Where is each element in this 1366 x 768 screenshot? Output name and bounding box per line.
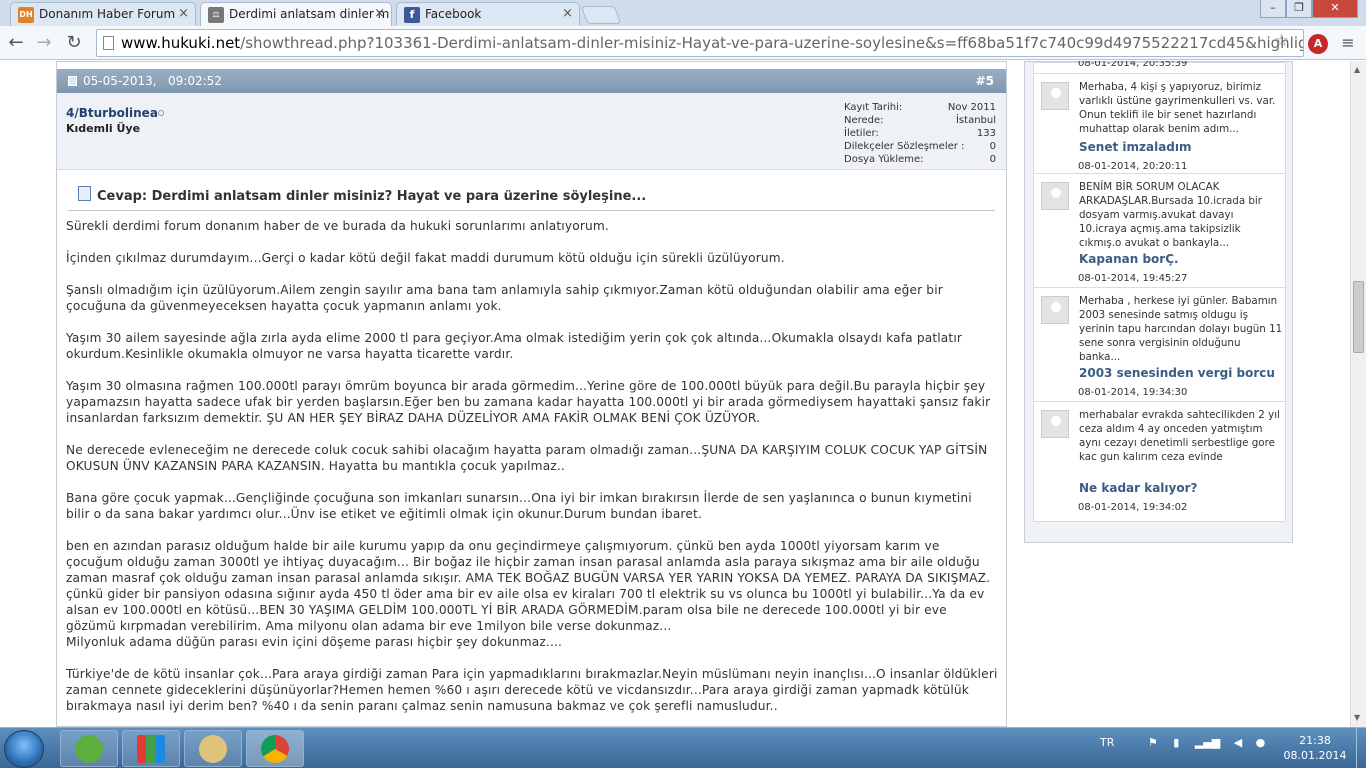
list-item: merhabalar evrakda sahtecilikden 2 yıl c… [1034, 401, 1285, 521]
thread-link[interactable]: Kapanan borÇ. [1079, 252, 1179, 266]
network-icon[interactable]: ▮ [1173, 736, 1179, 749]
stat-row: Kayıt Tarihi: Nov 2011 [844, 102, 996, 113]
thread-link[interactable]: 2003 senesinden vergi borcu [1079, 366, 1275, 380]
taskbar-paint[interactable] [184, 730, 242, 767]
stat-row: Dilekçeler Sözleşmeler :0 [844, 141, 996, 152]
windows-taskbar: TR ⚑ ▮ ▂▄▆ ◀ ● 21:38 08.01.2014 [0, 727, 1366, 768]
flag-icon[interactable]: ⚑ [1148, 736, 1158, 749]
chrome-menu-icon[interactable]: ≡ [1338, 33, 1358, 53]
page-scrollbar[interactable]: ▲ ▼ [1350, 61, 1366, 727]
online-status-icon [158, 110, 164, 116]
taskbar-chrome[interactable] [246, 730, 304, 767]
scale-icon: ⚖ [208, 7, 224, 23]
close-window-button[interactable]: ✕ [1312, 0, 1358, 18]
tab-donanim-haber[interactable]: DH Donanım Haber Forum × [10, 2, 196, 26]
tab-close-icon[interactable]: × [562, 3, 573, 25]
paint-palette-icon [199, 735, 227, 763]
list-item: Merhaba, 4 kişi ş yapıyoruz, birimiz var… [1034, 73, 1285, 188]
url-path: /showthread.php?103361-Derdimi-anlatsam-… [240, 34, 1304, 52]
dh-favicon-icon: DH [18, 7, 34, 23]
back-arrow-icon[interactable]: ← [4, 31, 28, 55]
facebook-favicon-icon: f [404, 7, 420, 23]
stat-row: İletiler: 133 [844, 128, 996, 139]
utorrent-icon [75, 735, 103, 763]
thread-snippet: Merhaba, 4 kişi ş yapıyoruz, birimiz var… [1079, 81, 1276, 135]
system-tray: TR ⚑ ▮ ▂▄▆ ◀ ● [1100, 736, 1265, 749]
document-icon [78, 186, 91, 201]
tab-label: Derdimi anlatsam dinler m [229, 7, 390, 21]
user-info-bar: 4/Bturbolinea Kıdemli Üye Kayıt Tarihi: N… [57, 93, 1006, 170]
page-icon [103, 36, 114, 50]
reload-icon[interactable]: ↻ [62, 31, 86, 55]
thread-snippet: merhabalar evrakda sahtecilikden 2 yıl c… [1079, 409, 1280, 463]
scrollbar-thumb[interactable] [1353, 281, 1364, 353]
language-indicator[interactable]: TR [1100, 736, 1114, 749]
stat-row: Nerede: İstanbul [844, 115, 996, 126]
post-body: Sürekli derdimi forum donanım haber de v… [66, 219, 998, 713]
forum-post: 05-05-2013, 09:02:52 #5 4/Bturbolinea Kı… [56, 61, 1007, 727]
url-domain: www.hukuki.net [121, 34, 241, 52]
apps-grid-icon [137, 735, 165, 763]
thread-date: 08-01-2014, 20:20:11 [1078, 161, 1188, 172]
tab-close-icon[interactable]: × [178, 3, 189, 25]
thread-link[interactable]: Senet imzaladım [1079, 140, 1192, 154]
thread-snippet: Merhaba , herkese iyi günler. Babamın 20… [1079, 295, 1283, 363]
thread-snippet: BENİM BİR SORUM OLACAK ARKADAŞLAR.Bursad… [1079, 181, 1263, 249]
post-number-link[interactable]: #5 [976, 69, 994, 93]
thread-date: 08-01-2014, 19:34:02 [1078, 502, 1188, 513]
new-tab-button[interactable] [580, 6, 622, 24]
avatar [1041, 296, 1069, 324]
maximize-button[interactable]: ❐ [1286, 0, 1312, 18]
tab-close-icon[interactable]: × [374, 3, 385, 25]
thread-link[interactable]: Ne kadar kalıyor? [1079, 481, 1197, 495]
scroll-up-icon[interactable]: ▲ [1354, 65, 1360, 74]
page-viewport: 05-05-2013, 09:02:52 #5 4/Bturbolinea Kı… [0, 61, 1350, 727]
recent-threads-sidebar: 08-01-2014, 20:35:39 Merhaba, 4 kişi ş y… [1024, 61, 1293, 543]
post-title: Cevap: Derdimi anlatsam dinler misiniz? … [97, 189, 647, 204]
thread-date: 08-01-2014, 20:35:39 [1078, 61, 1188, 69]
bookmark-star-icon[interactable]: ☆ [1274, 31, 1289, 51]
tab-label: Facebook [425, 7, 482, 21]
clock-time: 21:38 [1299, 734, 1331, 747]
tab-facebook[interactable]: f Facebook × [396, 2, 580, 26]
divider [68, 210, 995, 211]
post-date: 05-05-2013, 09:02:52 [83, 74, 222, 88]
clock-date: 08.01.2014 [1283, 749, 1347, 762]
list-item: Merhaba , herkese iyi günler. Babamın 20… [1034, 287, 1285, 401]
extension-icon[interactable]: A [1308, 34, 1328, 54]
taskbar-apps[interactable] [122, 730, 180, 767]
post-header: 05-05-2013, 09:02:52 #5 [57, 69, 1006, 93]
list-item: BENİM BİR SORUM OLACAK ARKADAŞLAR.Bursad… [1034, 173, 1285, 287]
avatar [1041, 410, 1069, 438]
stat-row: Dosya Yükleme: 0 [844, 154, 996, 165]
avatar [1041, 82, 1069, 110]
username-link[interactable]: 4/Bturbolinea [66, 106, 158, 120]
signal-icon[interactable]: ▂▄▆ [1195, 736, 1220, 749]
tab-hukuki[interactable]: ⚖ Derdimi anlatsam dinler m × [200, 2, 392, 26]
browser-tab-bar: DH Donanım Haber Forum × ⚖ Derdimi anlat… [0, 0, 1366, 26]
post-icon [68, 76, 77, 86]
recent-threads-list: 08-01-2014, 20:35:39 Merhaba, 4 kişi ş y… [1033, 61, 1286, 522]
thread-date: 08-01-2014, 19:34:30 [1078, 387, 1188, 398]
address-bar[interactable]: www.hukuki.net/showthread.php?103361-Der… [96, 29, 1304, 57]
show-desktop-button[interactable] [1356, 728, 1366, 768]
chrome-icon [261, 735, 289, 763]
avatar [1041, 182, 1069, 210]
security-icon[interactable]: ● [1256, 736, 1266, 749]
volume-icon[interactable]: ◀ [1234, 736, 1242, 749]
taskbar-utorrent[interactable] [60, 730, 118, 767]
start-button[interactable] [4, 730, 44, 768]
scroll-down-icon[interactable]: ▼ [1354, 713, 1360, 722]
minimize-button[interactable]: – [1260, 0, 1286, 18]
system-clock[interactable]: 21:38 08.01.2014 [1280, 733, 1350, 763]
user-stats: Kayıt Tarihi: Nov 2011 Nerede: İstanbul İl… [844, 101, 996, 166]
tab-label: Donanım Haber Forum [39, 7, 176, 21]
thread-date: 08-01-2014, 19:45:27 [1078, 273, 1188, 284]
forward-arrow-icon[interactable]: → [32, 31, 56, 55]
user-title: Kıdemli Üye [66, 122, 141, 135]
browser-toolbar: ← → ↻ www.hukuki.net/showthread.php?1033… [0, 26, 1366, 60]
